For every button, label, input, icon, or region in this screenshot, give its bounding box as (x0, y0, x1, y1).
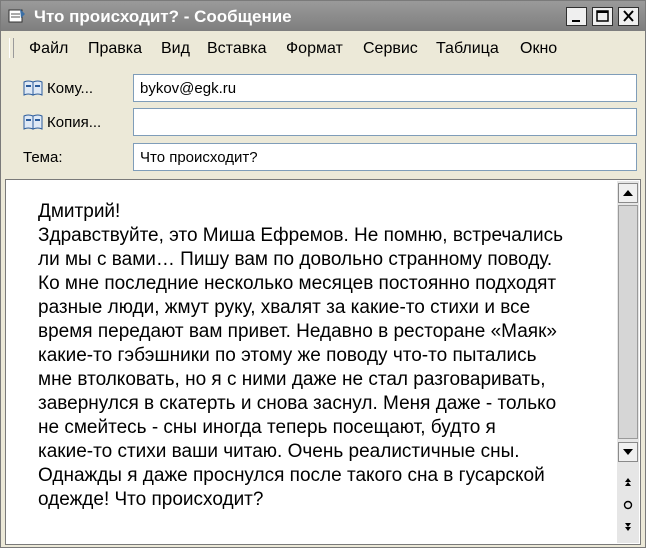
window-title: Что происходит? - Сообщение (34, 7, 292, 26)
vertical-scrollbar[interactable] (617, 181, 639, 543)
menu-view[interactable]: Вид (161, 40, 190, 58)
scroll-down-icon (623, 449, 633, 455)
minimize-button[interactable] (566, 7, 587, 26)
cc-button[interactable]: Копия... (23, 114, 101, 131)
next-object-icon[interactable] (621, 520, 635, 534)
previous-object-icon[interactable] (621, 475, 635, 489)
select-browse-object-icon[interactable] (621, 498, 635, 512)
message-body[interactable]: Дмитрий! Здравствуйте, это Миша Ефремов.… (5, 179, 641, 545)
scroll-up-icon (623, 190, 633, 196)
minimize-icon (572, 20, 580, 22)
address-book-icon (23, 80, 43, 96)
close-icon (623, 10, 634, 22)
menu-grip[interactable] (9, 38, 14, 58)
menu-insert[interactable]: Вставка (207, 40, 266, 58)
menu-window[interactable]: Окно (520, 40, 557, 58)
title-bar[interactable]: Что происходит? - Сообщение (1, 1, 645, 31)
subject-label: Тема: (23, 149, 63, 166)
to-button-label: Кому... (47, 80, 94, 97)
maximize-icon (596, 10, 609, 22)
menu-file[interactable]: Файл (29, 40, 68, 58)
cc-field[interactable] (133, 108, 637, 136)
to-button[interactable]: Кому... (23, 80, 93, 97)
message-body-text[interactable]: Дмитрий! Здравствуйте, это Миша Ефремов.… (38, 200, 598, 512)
subject-field[interactable]: Что происходит? (133, 143, 637, 171)
scroll-thumb[interactable] (618, 205, 638, 439)
message-window: Что происходит? - Сообщение Файл Правка … (0, 0, 646, 548)
menu-table[interactable]: Таблица (436, 40, 499, 58)
menu-tools[interactable]: Сервис (363, 40, 418, 58)
to-field[interactable]: bykov@egk.ru (133, 74, 637, 102)
cc-button-label: Копия... (47, 114, 102, 131)
menu-edit[interactable]: Правка (88, 40, 142, 58)
scroll-up-button[interactable] (618, 183, 638, 203)
menu-bar: Файл Правка Вид Вставка Формат Сервис Та… (1, 35, 645, 61)
close-button[interactable] (618, 7, 639, 26)
address-book-icon (23, 114, 43, 130)
maximize-button[interactable] (592, 7, 613, 26)
menu-format[interactable]: Формат (286, 40, 343, 58)
scroll-down-button[interactable] (618, 442, 638, 462)
message-icon (8, 9, 25, 23)
